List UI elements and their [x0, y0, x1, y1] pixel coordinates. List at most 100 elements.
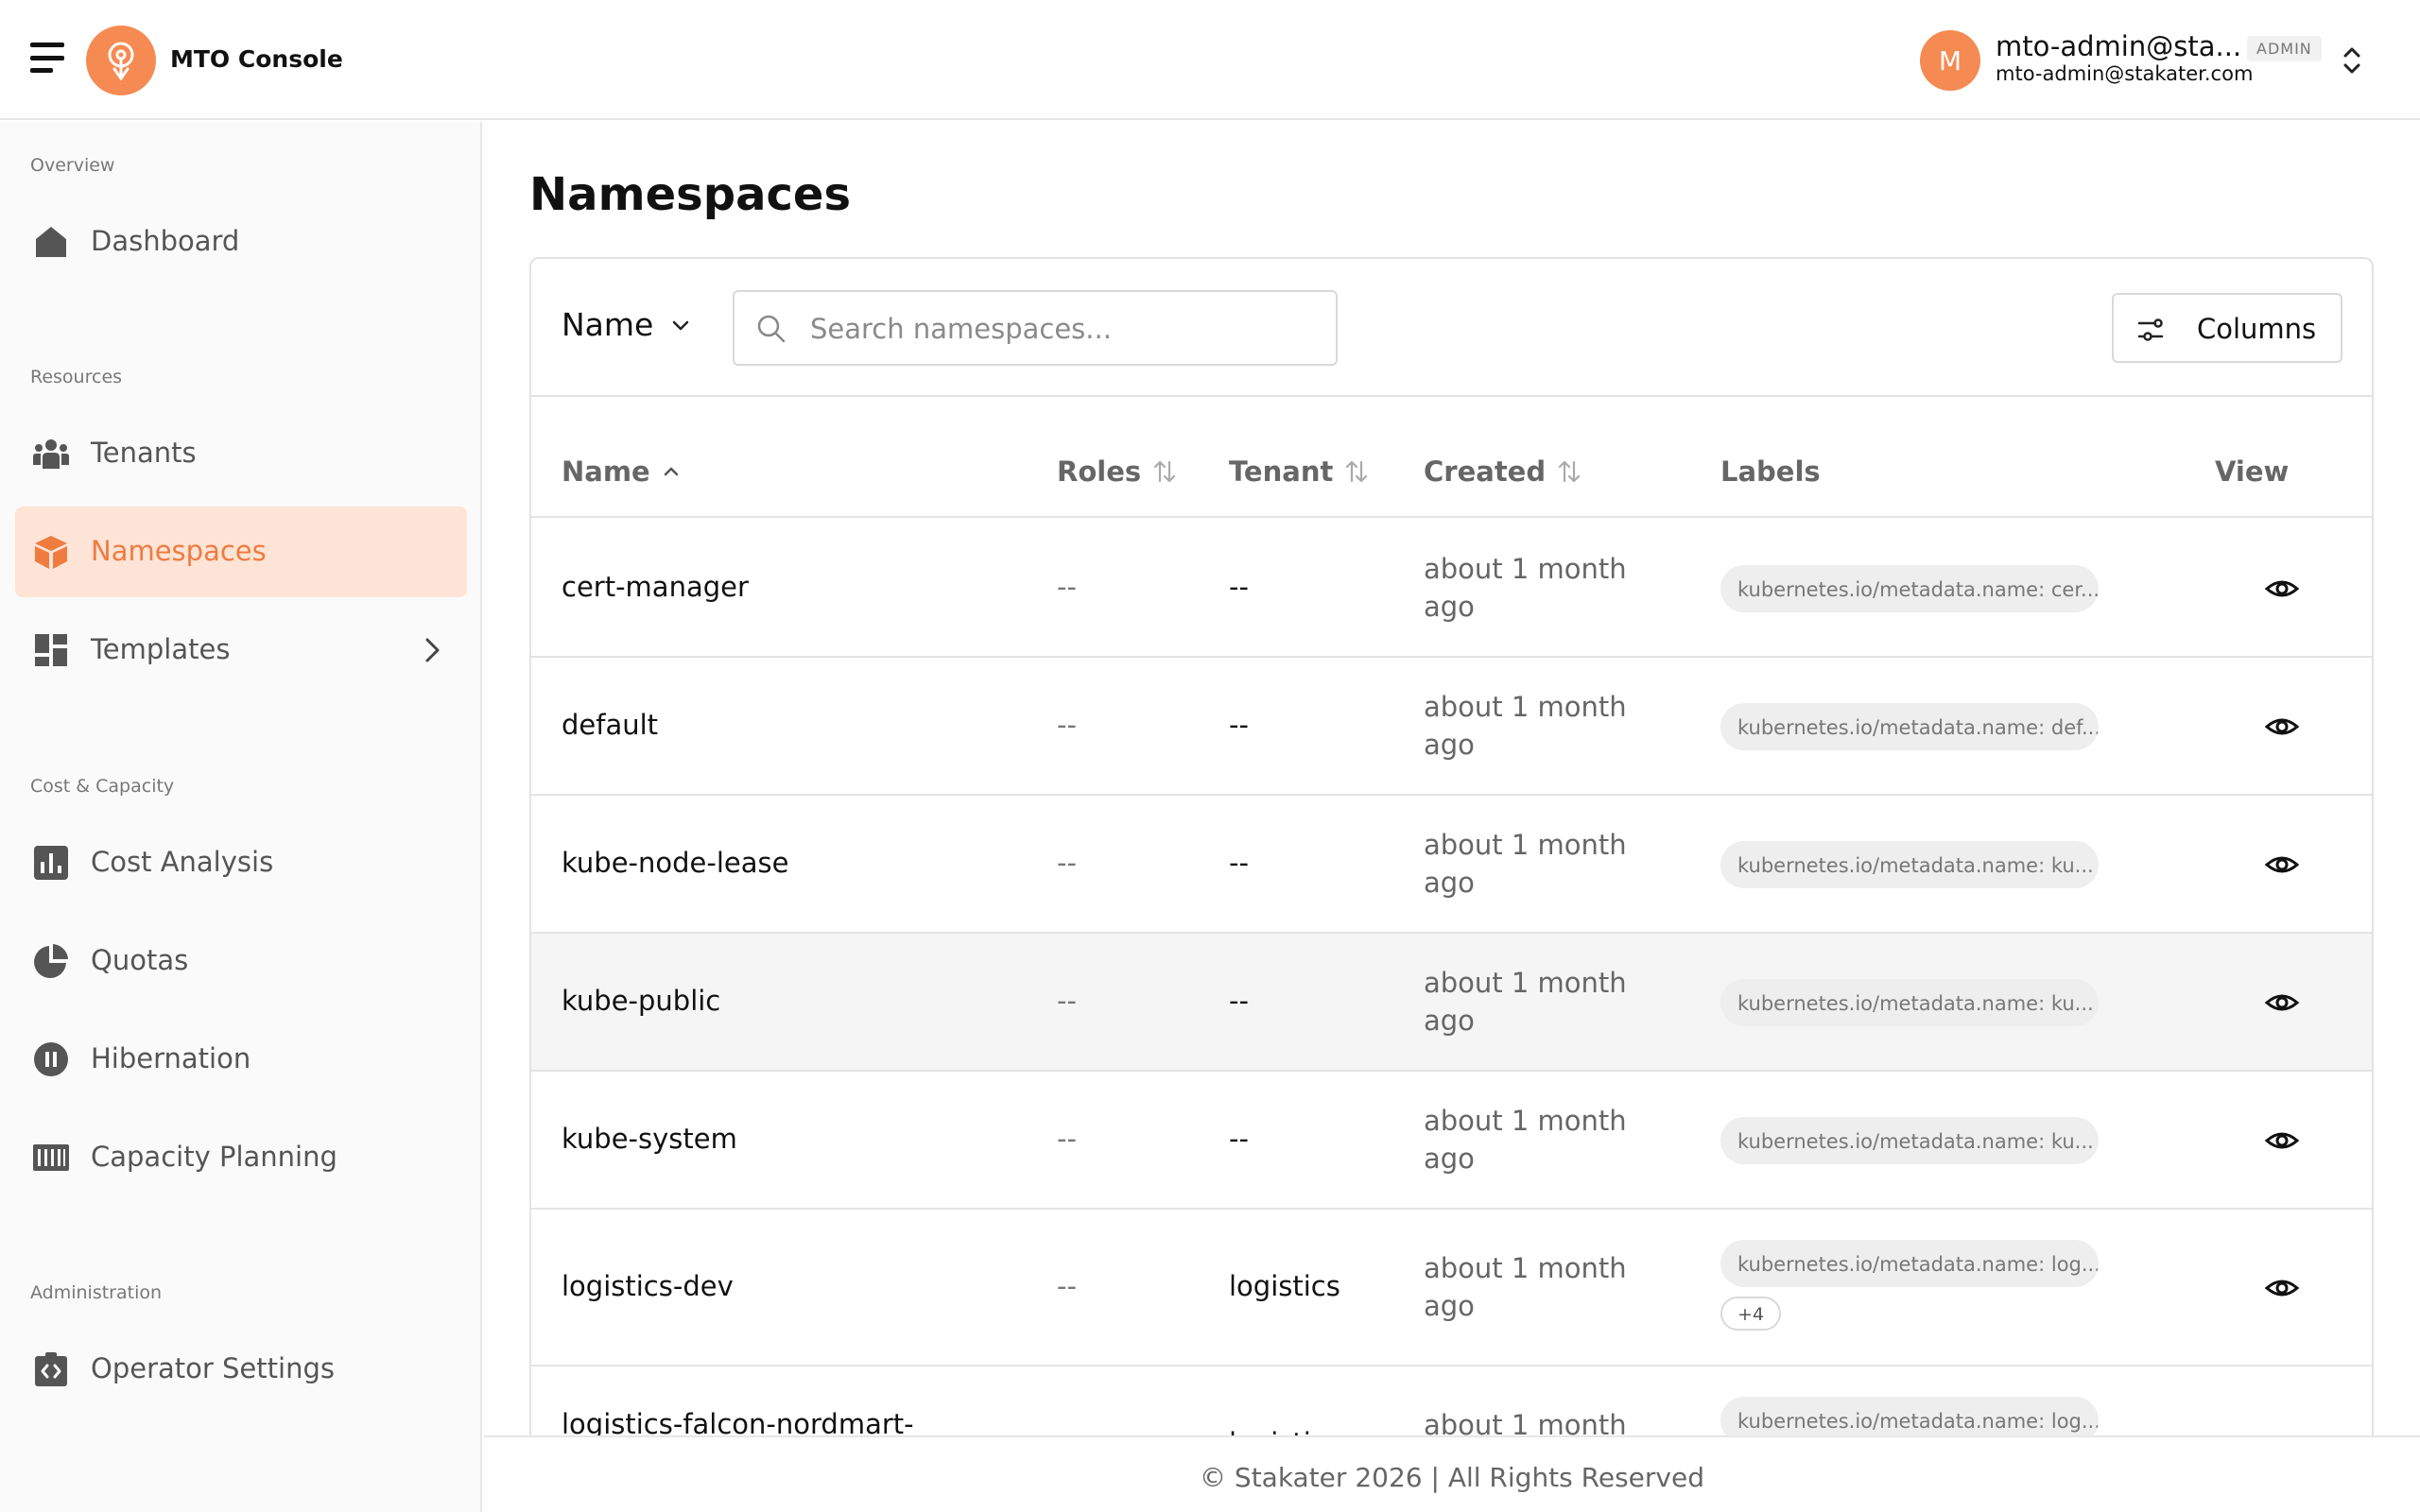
- tenant-cell: --: [1229, 571, 1249, 603]
- columns-button-label: Columns: [2197, 313, 2317, 345]
- eye-icon[interactable]: [2263, 846, 2301, 884]
- app-logo[interactable]: [86, 26, 156, 95]
- eye-icon[interactable]: [2263, 1269, 2301, 1307]
- namespaces-table-card: Name Columns Name Roles: [529, 257, 2374, 1512]
- table-row[interactable]: kube-system -- -- about 1 month ago kube…: [531, 1072, 2372, 1210]
- namespace-name[interactable]: kube-node-lease: [562, 847, 788, 879]
- search-input[interactable]: [810, 307, 1321, 351]
- namespace-name[interactable]: kube-system: [562, 1123, 737, 1155]
- table-row[interactable]: cert-manager -- -- about 1 month ago kub…: [531, 520, 2372, 658]
- roles-cell: --: [1057, 985, 1077, 1017]
- table-row[interactable]: kube-public -- -- about 1 month ago kube…: [531, 934, 2372, 1072]
- column-header-created[interactable]: Created: [1424, 455, 1583, 488]
- sidebar-item-cost-analysis[interactable]: Cost Analysis: [15, 817, 467, 908]
- sidebar-item-tenants[interactable]: Tenants: [15, 408, 467, 499]
- sidebar-item-operator-settings[interactable]: Operator Settings: [15, 1324, 467, 1415]
- created-cell: about 1 month ago: [1424, 550, 1651, 626]
- search-box: [733, 290, 1338, 366]
- column-header-label: View: [2215, 455, 2290, 488]
- eye-icon[interactable]: [2263, 570, 2301, 608]
- pause-circle-icon: [34, 1042, 68, 1076]
- sidebar-item-templates[interactable]: Templates: [15, 605, 467, 696]
- chevron-down-icon: [673, 320, 689, 330]
- sidebar-item-capacity-planning[interactable]: Capacity Planning: [15, 1112, 467, 1203]
- sort-ascending-icon: [664, 467, 678, 476]
- unfold-icon: [2343, 47, 2360, 74]
- column-header-name[interactable]: Name: [562, 455, 683, 488]
- sidebar-item-label: Quotas: [91, 944, 189, 976]
- bar-chart-icon: [34, 846, 68, 880]
- eye-icon[interactable]: [2263, 1122, 2301, 1160]
- table-row[interactable]: logistics-dev -- logistics about 1 month…: [531, 1210, 2372, 1366]
- search-icon: [757, 315, 786, 343]
- footer: © Stakater 2026 | All Rights Reserved: [484, 1435, 2420, 1512]
- created-line: about 1 month: [1424, 967, 1627, 999]
- roles-cell: --: [1057, 847, 1077, 879]
- filter-field-select[interactable]: Name: [562, 306, 691, 343]
- section-label-resources: Resources: [30, 367, 123, 387]
- tenant-cell: --: [1229, 709, 1249, 741]
- eye-icon[interactable]: [2263, 984, 2301, 1022]
- sidebar-item-label: Capacity Planning: [91, 1141, 337, 1173]
- user-name: mto-admin@sta...: [1996, 30, 2242, 62]
- created-line: ago: [1424, 867, 1475, 899]
- tenant-cell: logistics: [1229, 1270, 1340, 1302]
- column-header-label: Roles: [1057, 455, 1142, 488]
- tenant-cell: --: [1229, 847, 1249, 879]
- box-icon: [35, 536, 67, 569]
- created-line: about 1 month: [1424, 829, 1627, 861]
- created-line: about 1 month: [1424, 553, 1627, 585]
- columns-button[interactable]: Columns: [2112, 293, 2342, 363]
- more-labels-chip[interactable]: +4: [1720, 1297, 1782, 1331]
- menu-icon[interactable]: [30, 43, 64, 73]
- sidebar-item-label: Tenants: [91, 437, 197, 469]
- logo-icon: [108, 42, 134, 81]
- sort-icon: [1346, 460, 1368, 483]
- sort-icon: [1559, 460, 1581, 483]
- avatar[interactable]: M: [1920, 30, 1980, 91]
- app-title: MTO Console: [170, 45, 343, 73]
- eye-icon[interactable]: [2263, 708, 2301, 746]
- created-line: about 1 month: [1424, 691, 1627, 723]
- created-cell: about 1 month ago: [1424, 688, 1651, 764]
- namespace-name[interactable]: kube-public: [562, 985, 720, 1017]
- table-row[interactable]: kube-node-lease -- -- about 1 month ago …: [531, 796, 2372, 934]
- barcode-icon: [33, 1144, 69, 1171]
- sort-icon: [1154, 460, 1176, 483]
- roles-cell: --: [1057, 1123, 1077, 1155]
- label-chip: kubernetes.io/metadata.name: ku...: [1720, 841, 2099, 888]
- section-label-overview: Overview: [30, 155, 115, 176]
- role-badge: ADMIN: [2247, 36, 2322, 61]
- sidebar-item-quotas[interactable]: Quotas: [15, 916, 467, 1006]
- sidebar-item-namespaces[interactable]: Namespaces: [15, 507, 467, 597]
- user-email: mto-admin@stakater.com: [1996, 62, 2254, 85]
- sidebar-item-hibernation[interactable]: Hibernation: [15, 1014, 467, 1105]
- created-cell: about 1 month ago: [1424, 1249, 1651, 1325]
- namespace-name[interactable]: default: [562, 709, 658, 741]
- created-line: about 1 month: [1424, 1252, 1627, 1284]
- sidebar-item-label: Cost Analysis: [91, 846, 274, 878]
- namespace-name[interactable]: logistics-dev: [562, 1270, 734, 1302]
- column-header-roles[interactable]: Roles: [1057, 455, 1179, 488]
- user-menu-toggle[interactable]: [2339, 42, 2365, 79]
- created-line: ago: [1424, 1290, 1475, 1322]
- column-header-label: Labels: [1720, 455, 1821, 488]
- tenant-cell: --: [1229, 985, 1249, 1017]
- pie-chart-icon: [34, 944, 68, 978]
- column-header-label: Name: [562, 455, 650, 488]
- dashboard-grid-icon: [35, 634, 67, 666]
- top-header: MTO Console M mto-admin@sta... mto-admin…: [0, 0, 2420, 120]
- label-chip: kubernetes.io/metadata.name: ku...: [1720, 1117, 2099, 1164]
- table-row[interactable]: default -- -- about 1 month ago kubernet…: [531, 658, 2372, 796]
- table-header: Name Roles Tenant Created Labels View: [531, 395, 2372, 518]
- tenant-cell: --: [1229, 1123, 1249, 1155]
- created-line: about 1 month: [1424, 1105, 1627, 1137]
- sidebar-item-dashboard[interactable]: Dashboard: [15, 197, 467, 287]
- sidebar: Overview Dashboard Resources Tenants Nam…: [0, 122, 482, 1512]
- created-cell: about 1 month ago: [1424, 964, 1651, 1040]
- column-header-tenant[interactable]: Tenant: [1229, 455, 1371, 488]
- chevron-right-icon: [425, 638, 440, 662]
- created-cell: about 1 month ago: [1424, 826, 1651, 902]
- sidebar-item-label: Templates: [91, 633, 231, 665]
- namespace-name[interactable]: cert-manager: [562, 571, 749, 603]
